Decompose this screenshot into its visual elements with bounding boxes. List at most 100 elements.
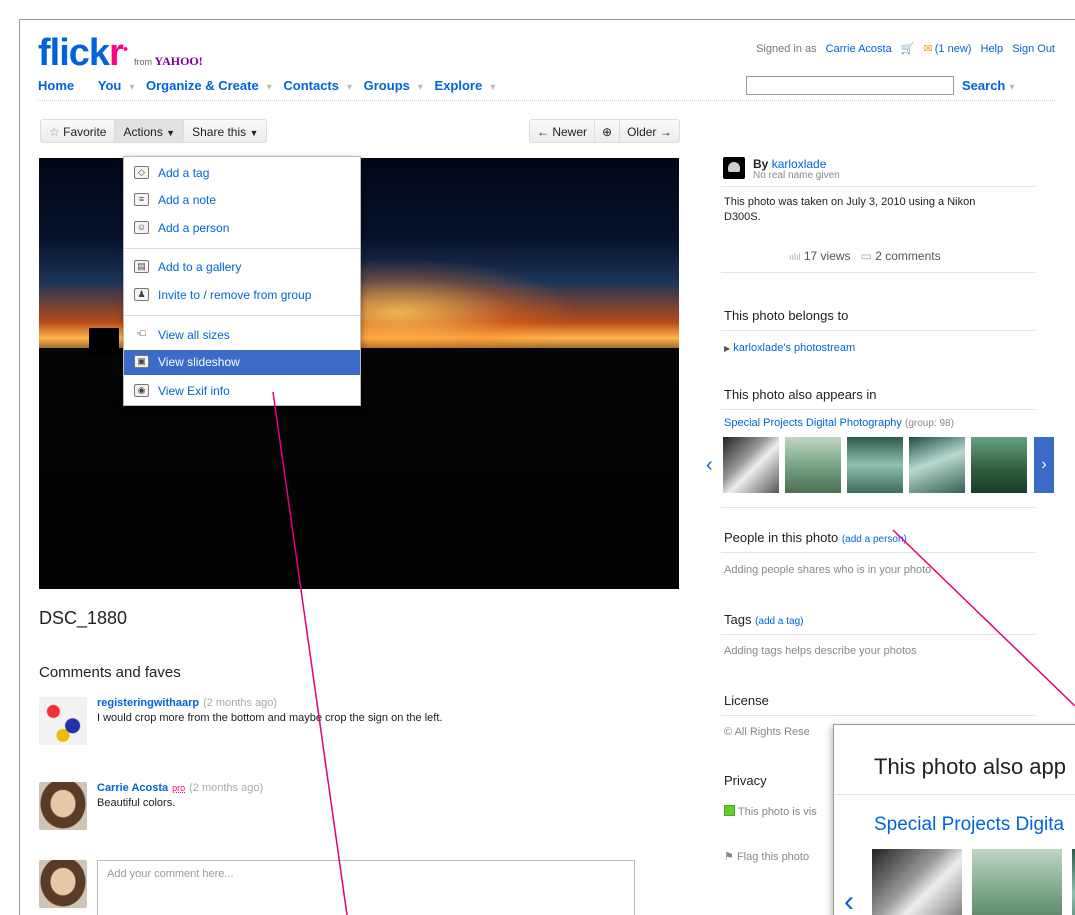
- divider: [721, 552, 1035, 553]
- menu-view-exif[interactable]: ◉ View Exif info: [124, 380, 360, 402]
- nav-organize[interactable]: Organize & Create: [146, 78, 259, 93]
- sign-out-link[interactable]: Sign Out: [1012, 43, 1055, 55]
- search-button[interactable]: Search ▾: [962, 78, 1014, 93]
- tag-add-icon: ◇: [134, 166, 149, 179]
- menu-add-tag[interactable]: ◇ Add a tag: [124, 162, 360, 184]
- zoom-prev-icon: ‹: [844, 885, 854, 915]
- user-link[interactable]: Carrie Acosta: [826, 43, 892, 55]
- photo-sign-silhouette: [89, 328, 119, 356]
- chevron-down-icon[interactable]: ▾: [418, 82, 423, 93]
- chevron-down-icon[interactable]: ▾: [267, 82, 272, 93]
- people-hint: Adding people shares who is in your phot…: [724, 564, 932, 576]
- actions-button[interactable]: Actions ▼: [115, 120, 185, 142]
- owner-subtitle: No real name given: [753, 170, 840, 181]
- group-line: Special Projects Digital Photography (gr…: [724, 417, 954, 429]
- cart-icon[interactable]: 🛒: [901, 43, 915, 55]
- taken-info-2: D300S.: [724, 211, 761, 223]
- copyright-icon: ©: [724, 726, 733, 738]
- nav-you[interactable]: You: [98, 78, 122, 93]
- add-tag-link[interactable]: (add a tag): [755, 616, 803, 627]
- menu-invite-group[interactable]: ♟ Invite to / remove from group: [124, 284, 360, 306]
- license-text[interactable]: © All Rights Rese: [724, 726, 810, 738]
- flag-photo-link[interactable]: ⚑ Flag this photo: [724, 850, 809, 863]
- avatar[interactable]: [39, 860, 87, 908]
- comment-text: I would crop more from the bottom and ma…: [97, 712, 443, 724]
- group-thumbnail[interactable]: [847, 437, 903, 493]
- stats: ıılıl 17 views ▭ 2 comments: [789, 249, 941, 263]
- zoom-icon[interactable]: ⊕: [595, 120, 621, 142]
- comment-item: Carrie Acosta pro (2 months ago) Beautiful…: [39, 782, 639, 842]
- menu-add-gallery[interactable]: ▤ Add to a gallery: [124, 256, 360, 278]
- menu-view-slideshow[interactable]: ▣ View slideshow: [124, 350, 360, 375]
- flickr-logo[interactable]: flickr●: [38, 34, 128, 72]
- comment-author[interactable]: Carrie Acosta pro (2 months ago): [97, 782, 263, 794]
- nav-groups[interactable]: Groups: [364, 78, 410, 93]
- chevron-down-icon: ▼: [249, 128, 259, 138]
- header-divider: [38, 100, 1055, 101]
- chevron-down-icon[interactable]: ▾: [490, 82, 495, 93]
- people-heading: People in this photo (add a person): [724, 530, 907, 545]
- tags-hint: Adding tags helps describe your photos: [724, 645, 917, 657]
- chevron-down-icon[interactable]: ▾: [347, 82, 352, 93]
- owner-avatar[interactable]: [723, 157, 745, 179]
- group-thumbnail[interactable]: [971, 437, 1027, 493]
- menu-add-person[interactable]: ☺ Add a person: [124, 217, 360, 239]
- photostream-link[interactable]: ▶ karloxlade's photostream: [724, 342, 855, 354]
- owner-link[interactable]: karloxlade: [772, 157, 827, 171]
- belongs-heading: This photo belongs to: [724, 308, 849, 323]
- comments-heading: Comments and faves: [39, 664, 181, 681]
- zoom-divider: [834, 794, 1075, 795]
- avatar[interactable]: [39, 697, 87, 745]
- group-icon: ♟: [134, 288, 149, 301]
- comment-time: (2 months ago): [189, 782, 264, 794]
- group-thumbnail[interactable]: [785, 437, 841, 493]
- photo-toolbar: ☆ Favorite Actions ▼ Share this ▼: [40, 119, 268, 143]
- chevron-down-icon: ▼: [166, 128, 176, 138]
- newer-button[interactable]: ← Newer: [530, 120, 596, 142]
- license-heading: License: [724, 693, 769, 708]
- my-avatar-wrap: [39, 860, 89, 908]
- nav-home[interactable]: Home: [38, 78, 74, 93]
- search-input[interactable]: [746, 76, 954, 95]
- comment-input[interactable]: Add your comment here...: [97, 860, 635, 915]
- comment-author[interactable]: registeringwithaarp (2 months ago): [97, 697, 277, 709]
- mail-icon[interactable]: ✉: [924, 43, 933, 55]
- carousel-prev-icon[interactable]: ‹: [706, 454, 713, 477]
- star-icon: ☆: [49, 125, 60, 139]
- nav-explore[interactable]: Explore: [435, 78, 483, 93]
- share-button[interactable]: Share this ▼: [184, 120, 266, 142]
- zoom-heading: This photo also app: [874, 754, 1067, 779]
- tags-heading: Tags (add a tag): [724, 612, 804, 627]
- comment-item: registeringwithaarp (2 months ago) I woul…: [39, 697, 639, 757]
- group-link[interactable]: Special Projects Digital Photography: [724, 417, 902, 429]
- appears-heading: This photo also appears in: [724, 387, 877, 402]
- older-button[interactable]: Older →: [620, 120, 679, 142]
- note-add-icon: ≡: [134, 193, 149, 206]
- zoom-callout: This photo also app Special Projects Dig…: [833, 724, 1075, 915]
- help-link[interactable]: Help: [981, 43, 1004, 55]
- sizes-icon: ▫□: [137, 328, 146, 338]
- divider: [721, 330, 1035, 331]
- camera-icon: ◉: [134, 384, 149, 397]
- privacy-heading: Privacy: [724, 773, 767, 788]
- zoom-thumbnail: [972, 849, 1062, 915]
- slideshow-icon: ▣: [134, 355, 149, 368]
- mail-link[interactable]: (1 new): [935, 43, 972, 55]
- carousel-next-icon[interactable]: ›: [1034, 437, 1054, 493]
- main-nav: Home You ▾ Organize & Create ▾ Contacts ▾ G…: [38, 78, 503, 93]
- flag-icon: ⚑: [724, 851, 734, 863]
- privacy-text: This photo is vis: [724, 805, 817, 818]
- avatar[interactable]: [39, 782, 87, 830]
- group-thumbnail[interactable]: [723, 437, 779, 493]
- nav-contacts[interactable]: Contacts: [283, 78, 339, 93]
- chevron-down-icon[interactable]: ▾: [129, 82, 134, 93]
- account-bar: Signed in as Carrie Acosta 🛒 ✉ (1 new) He…: [756, 42, 1055, 55]
- views-icon: ıılıl: [789, 252, 801, 262]
- pro-badge[interactable]: pro: [172, 783, 185, 793]
- menu-add-note[interactable]: ≡ Add a note: [124, 189, 360, 211]
- add-person-link[interactable]: (add a person): [842, 534, 907, 545]
- menu-view-sizes[interactable]: ▫□ View all sizes: [124, 324, 360, 346]
- group-thumbnail[interactable]: [909, 437, 965, 493]
- favorite-button[interactable]: ☆ Favorite: [41, 120, 116, 142]
- divider: [721, 634, 1035, 635]
